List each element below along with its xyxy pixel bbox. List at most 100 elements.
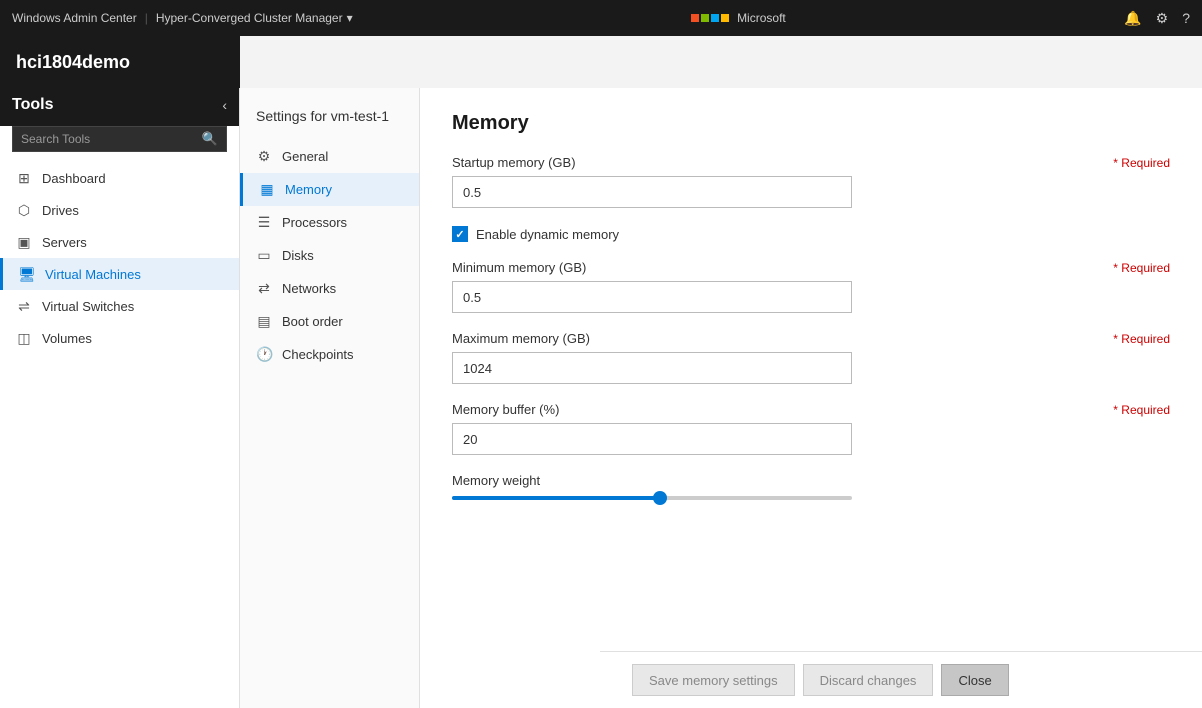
volumes-icon: ◫ [16, 330, 32, 346]
settings-nav-disks[interactable]: ▭ Disks [240, 239, 419, 272]
memory-icon: ▦ [259, 181, 275, 198]
settings-nav: Settings for vm-test-1 ⚙ General ▦ Memor… [240, 88, 420, 708]
close-button[interactable]: Close [941, 664, 1008, 696]
checkpoints-icon: 🕐 [256, 346, 272, 363]
settings-nav-label: Checkpoints [282, 347, 354, 362]
slider-fill [452, 496, 660, 500]
buffer-label: Memory buffer (%) [452, 402, 559, 417]
slider-thumb[interactable] [653, 491, 667, 505]
help-icon[interactable]: ? [1182, 10, 1190, 26]
save-button[interactable]: Save memory settings [632, 664, 795, 696]
max-memory-required: * Required [1113, 332, 1170, 346]
sidebar-item-servers[interactable]: ▣ Servers [0, 226, 239, 258]
microsoft-logo [691, 14, 729, 22]
startup-memory-input[interactable] [452, 176, 852, 208]
startup-memory-required: * Required [1113, 156, 1170, 170]
weight-label: Memory weight [452, 473, 1170, 488]
sidebar-item-virtual-switches[interactable]: ⇌ Virtual Switches [0, 290, 239, 322]
app-shell: hci1804demo Tools ‹ 🔍 ⊞ Dashboard ⬡ Driv… [0, 36, 1202, 708]
topbar-center: Microsoft [691, 11, 786, 25]
enable-dynamic-label: Enable dynamic memory [476, 227, 619, 242]
chevron-down-icon: ▾ [347, 11, 353, 25]
max-memory-label: Maximum memory (GB) [452, 331, 590, 346]
tools-label: Tools [12, 96, 216, 114]
instance-name: hci1804demo [0, 36, 240, 88]
collapse-button[interactable]: ‹ [222, 97, 227, 113]
boot-order-icon: ▤ [256, 313, 272, 330]
checkmark-icon: ✓ [455, 228, 464, 241]
settings-nav-networks[interactable]: ⇄ Networks [240, 272, 419, 305]
settings-nav-label: General [282, 149, 328, 164]
settings-nav-label: Memory [285, 182, 332, 197]
memory-weight-group: Memory weight [452, 473, 1170, 500]
content-area: Settings for vm-test-1 ⚙ General ▦ Memor… [240, 88, 1202, 708]
topbar-right: 🔔 ⚙ ? [1124, 10, 1190, 27]
dashboard-icon: ⊞ [16, 170, 32, 186]
vm-icon: 🖥 [19, 266, 35, 282]
processors-icon: ☰ [256, 214, 272, 231]
min-memory-input[interactable] [452, 281, 852, 313]
sidebar-item-dashboard[interactable]: ⊞ Dashboard [0, 162, 239, 194]
topbar: Windows Admin Center | Hyper-Converged C… [0, 0, 1202, 36]
slider-track[interactable] [452, 496, 852, 500]
sidebar-item-label: Drives [42, 203, 79, 218]
sidebar-item-label: Virtual Switches [42, 299, 134, 314]
app-name: Windows Admin Center [12, 11, 137, 25]
sidebar-item-label: Volumes [42, 331, 92, 346]
settings-nav-boot-order[interactable]: ▤ Boot order [240, 305, 419, 338]
gear-icon[interactable]: ⚙ [1156, 10, 1169, 27]
cluster-name[interactable]: Hyper-Converged Cluster Manager ▾ [156, 11, 353, 25]
settings-page-title: Settings for vm-test-1 [240, 96, 419, 140]
settings-footer: Save memory settings Discard changes Clo… [600, 651, 1202, 708]
settings-nav-general[interactable]: ⚙ General [240, 140, 419, 173]
buffer-label-row: Memory buffer (%) * Required [452, 402, 1170, 417]
enable-dynamic-checkbox[interactable]: ✓ [452, 226, 468, 242]
sidebar-item-label: Virtual Machines [45, 267, 141, 282]
min-memory-label: Minimum memory (GB) [452, 260, 586, 275]
settings-form: Memory Startup memory (GB) * Required [420, 88, 1202, 651]
search-input[interactable] [21, 132, 202, 146]
topbar-separator: | [145, 11, 148, 25]
max-memory-group: Maximum memory (GB) * Required [452, 331, 1170, 384]
switch-icon: ⇌ [16, 298, 32, 314]
search-icon[interactable]: 🔍 [202, 131, 218, 147]
logo-red [691, 14, 699, 22]
buffer-input[interactable] [452, 423, 852, 455]
brand-name: Microsoft [737, 11, 786, 25]
settings-nav-checkpoints[interactable]: 🕐 Checkpoints [240, 338, 419, 371]
search-bar[interactable]: 🔍 [12, 126, 227, 152]
sidebar-item-virtual-machines[interactable]: 🖥 Virtual Machines [0, 258, 239, 290]
sidebar: Tools ‹ 🔍 ⊞ Dashboard ⬡ Drives ▣ Servers [0, 88, 240, 708]
sidebar-item-drives[interactable]: ⬡ Drives [0, 194, 239, 226]
startup-memory-label-row: Startup memory (GB) * Required [452, 155, 1170, 170]
settings-nav-label: Boot order [282, 314, 343, 329]
sidebar-top: Tools ‹ [0, 88, 239, 126]
settings-nav-label: Disks [282, 248, 314, 263]
nav-list: ⊞ Dashboard ⬡ Drives ▣ Servers 🖥 Virtual… [0, 162, 239, 708]
top-section: hci1804demo [0, 36, 1202, 88]
logo-green [701, 14, 709, 22]
sidebar-item-volumes[interactable]: ◫ Volumes [0, 322, 239, 354]
networks-icon: ⇄ [256, 280, 272, 297]
disks-icon: ▭ [256, 247, 272, 264]
max-memory-label-row: Maximum memory (GB) * Required [452, 331, 1170, 346]
startup-memory-label: Startup memory (GB) [452, 155, 576, 170]
main-layout: Tools ‹ 🔍 ⊞ Dashboard ⬡ Drives ▣ Servers [0, 88, 1202, 708]
settings-nav-label: Processors [282, 215, 347, 230]
discard-button[interactable]: Discard changes [803, 664, 934, 696]
min-memory-group: Minimum memory (GB) * Required [452, 260, 1170, 313]
notification-icon[interactable]: 🔔 [1124, 10, 1141, 27]
max-memory-input[interactable] [452, 352, 852, 384]
sidebar-item-label: Servers [42, 235, 87, 250]
servers-icon: ▣ [16, 234, 32, 250]
enable-dynamic-row[interactable]: ✓ Enable dynamic memory [452, 226, 1170, 242]
min-memory-required: * Required [1113, 261, 1170, 275]
form-section-title: Memory [452, 112, 1170, 135]
startup-memory-group: Startup memory (GB) * Required [452, 155, 1170, 208]
general-icon: ⚙ [256, 148, 272, 165]
settings-nav-processors[interactable]: ☰ Processors [240, 206, 419, 239]
settings-nav-memory[interactable]: ▦ Memory [240, 173, 419, 206]
drives-icon: ⬡ [16, 202, 32, 218]
buffer-group: Memory buffer (%) * Required [452, 402, 1170, 455]
logo-blue [711, 14, 719, 22]
